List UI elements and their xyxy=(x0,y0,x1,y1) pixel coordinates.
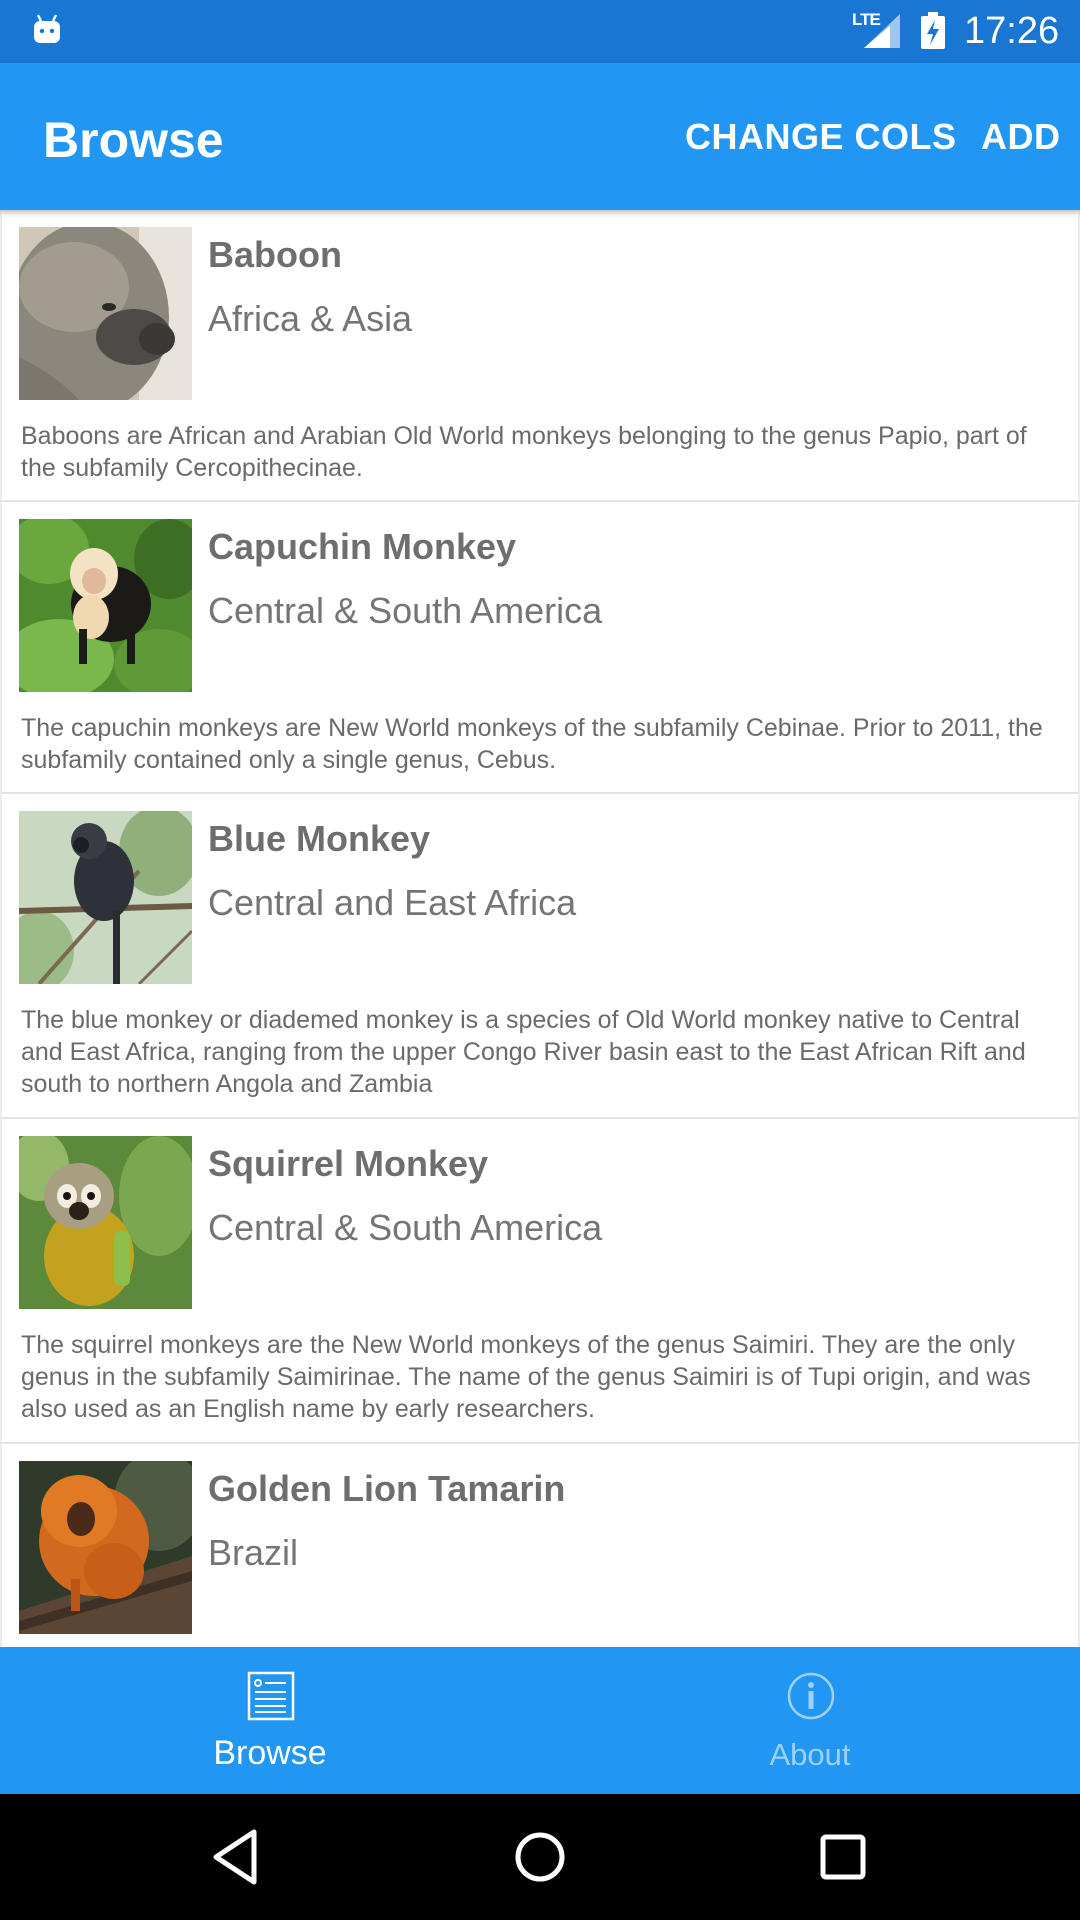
blue-monkey-photo xyxy=(19,811,192,984)
baboon-photo xyxy=(19,227,192,400)
browse-list-icon xyxy=(247,1671,295,1721)
add-button[interactable]: ADD xyxy=(981,116,1061,158)
item-region: Central & South America xyxy=(208,590,603,631)
info-icon xyxy=(787,1672,835,1720)
list-item[interactable]: Blue Monkey Central and East Africa The … xyxy=(0,794,1080,1119)
recents-button[interactable] xyxy=(810,1824,876,1890)
item-region: Brazil xyxy=(208,1532,299,1573)
item-name: Blue Monkey xyxy=(208,818,431,859)
tab-browse[interactable]: Browse xyxy=(0,1647,540,1794)
clock: 17:26 xyxy=(964,10,1060,52)
item-name: Baboon xyxy=(208,234,342,275)
item-region: Central and East Africa xyxy=(208,882,577,923)
list-item[interactable]: Golden Lion Tamarin Brazil xyxy=(0,1444,1080,1647)
change-cols-button[interactable]: CHANGE COLS xyxy=(685,116,957,158)
list-item[interactable]: Baboon Africa & Asia Baboons are African… xyxy=(0,210,1080,502)
capuchin-photo xyxy=(19,519,192,692)
item-name: Golden Lion Tamarin xyxy=(208,1468,566,1509)
tab-about[interactable]: About xyxy=(540,1647,1080,1794)
item-region: Central & South America xyxy=(208,1207,603,1248)
golden-lion-tamarin-photo xyxy=(19,1461,192,1634)
item-description: The capuchin monkeys are New World monke… xyxy=(21,714,1043,774)
tab-browse-label: Browse xyxy=(213,1734,327,1772)
battery-charging-icon xyxy=(921,12,945,49)
app-bar: Browse CHANGE COLS ADD xyxy=(0,63,1080,210)
item-region: Africa & Asia xyxy=(208,298,413,339)
list-item[interactable]: Squirrel Monkey Central & South America … xyxy=(0,1119,1080,1444)
monkey-list[interactable]: Baboon Africa & Asia Baboons are African… xyxy=(0,210,1080,1647)
tab-about-label: About xyxy=(769,1737,851,1772)
bottom-navigation: Browse About xyxy=(0,1647,1080,1794)
android-notification-icon xyxy=(34,14,60,43)
cell-signal-icon xyxy=(864,14,900,48)
system-navigation-bar xyxy=(0,1794,1080,1920)
list-item[interactable]: Capuchin Monkey Central & South America … xyxy=(0,502,1080,794)
item-description: The blue monkey or diademed monkey is a … xyxy=(21,1006,1026,1098)
item-description: The squirrel monkeys are the New World m… xyxy=(21,1331,1031,1423)
squirrel-monkey-photo xyxy=(19,1136,192,1309)
item-description: Baboons are African and Arabian Old Worl… xyxy=(21,422,1027,482)
home-button[interactable] xyxy=(507,1824,573,1890)
item-name: Capuchin Monkey xyxy=(208,526,517,567)
page-title: Browse xyxy=(43,112,224,168)
status-bar: LTE 17:26 xyxy=(0,0,1080,63)
back-button[interactable] xyxy=(204,1824,270,1890)
item-name: Squirrel Monkey xyxy=(208,1143,489,1184)
